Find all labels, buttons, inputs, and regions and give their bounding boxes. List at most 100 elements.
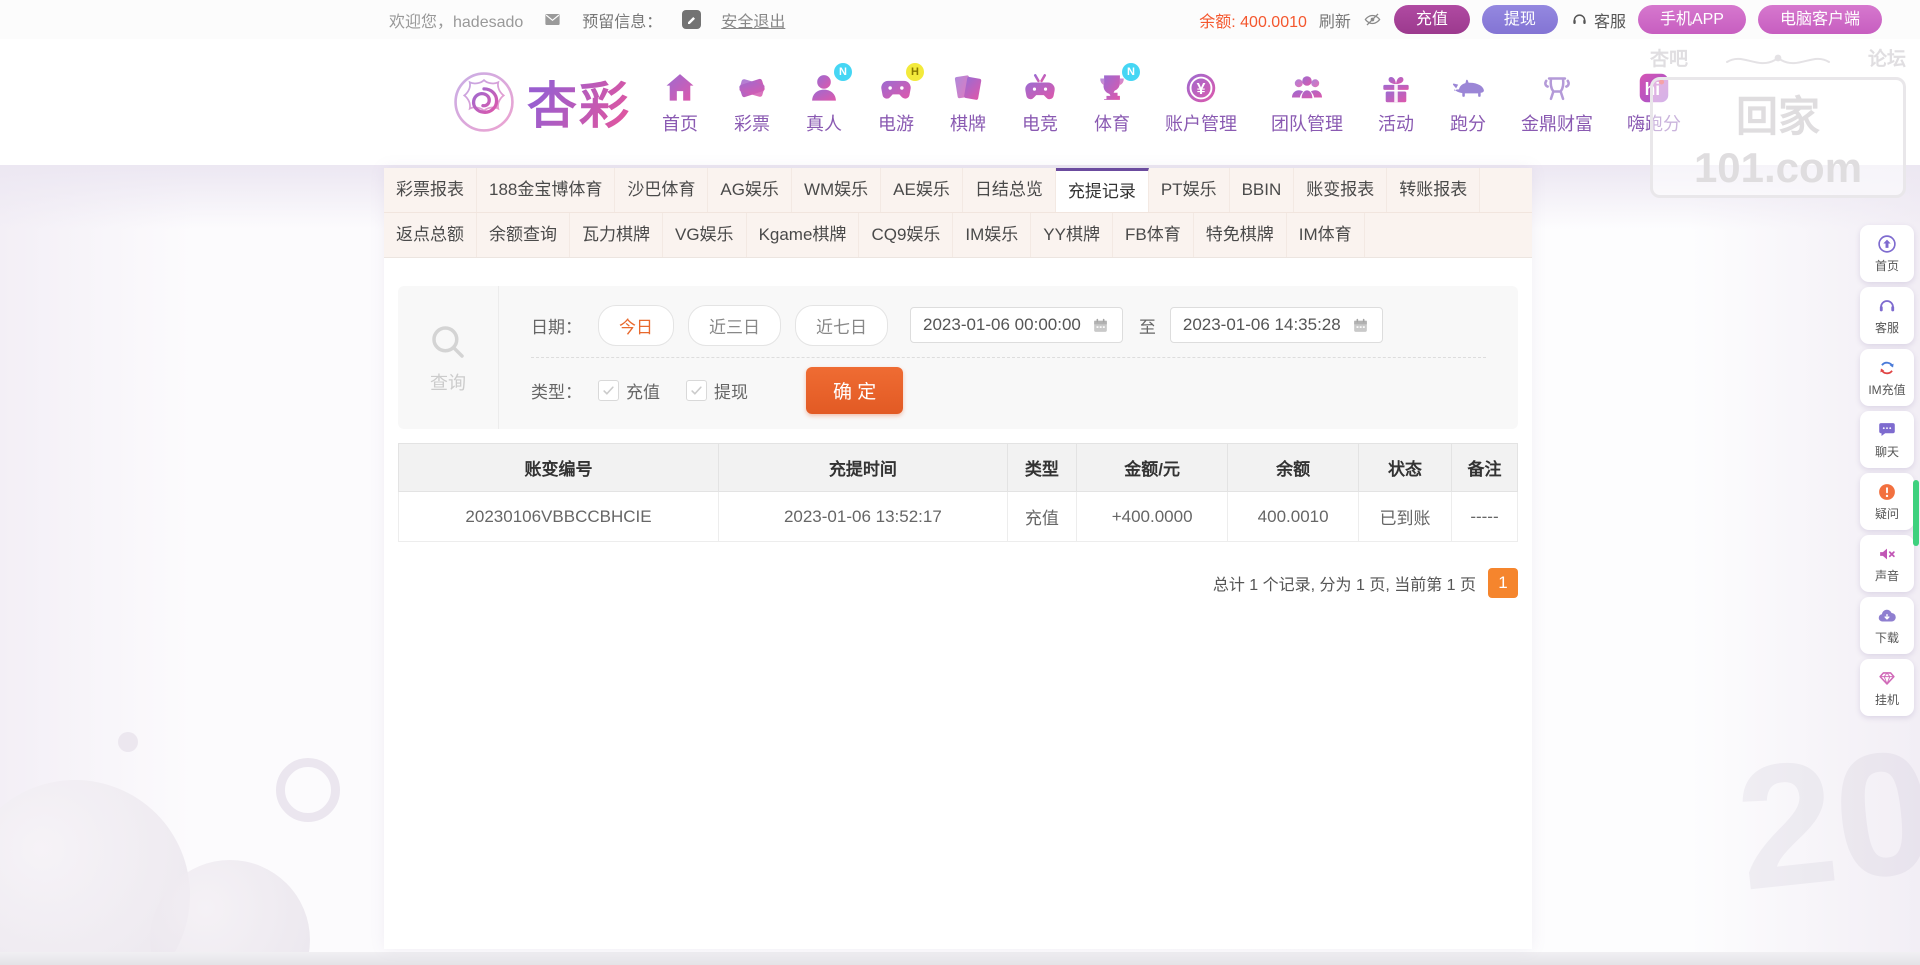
- tab-item[interactable]: Kgame棋牌: [747, 213, 860, 257]
- nav-item-chess[interactable]: 棋牌: [949, 69, 987, 136]
- ding-vessel-icon: [1538, 69, 1576, 107]
- checkbox-icon: [598, 380, 619, 401]
- search-side-label: 查询: [398, 286, 499, 429]
- tab-item[interactable]: YY棋牌: [1031, 213, 1113, 257]
- team-people-icon: [1288, 69, 1326, 107]
- quick-7days-button[interactable]: 近七日: [795, 305, 888, 346]
- nav-item-egame[interactable]: H 电游: [877, 69, 915, 136]
- tab-item[interactable]: CQ9娱乐: [859, 213, 953, 257]
- main-nav-list: 首页 彩票 N 真人: [661, 69, 1681, 136]
- tab-item[interactable]: AG娱乐: [708, 168, 792, 212]
- tab-item[interactable]: 账变报表: [1294, 168, 1387, 212]
- nav-item-paofen[interactable]: 跑分: [1449, 69, 1487, 136]
- tab-item[interactable]: 转账报表: [1387, 168, 1480, 212]
- sidebar-item-home[interactable]: 首页: [1860, 225, 1914, 282]
- tab-item[interactable]: AE娱乐: [881, 168, 963, 212]
- deposit-checkbox[interactable]: 充值: [598, 378, 660, 403]
- calendar-icon: [1351, 316, 1370, 335]
- tab-item[interactable]: IM体育: [1287, 213, 1365, 257]
- sidebar-item-hangup[interactable]: 挂机: [1860, 659, 1914, 716]
- sidebar-item-download[interactable]: 下载: [1860, 597, 1914, 654]
- svg-text:hi: hi: [1645, 79, 1660, 99]
- nav-item-live[interactable]: N 真人: [805, 69, 843, 136]
- cell-status: 已到账: [1359, 492, 1452, 542]
- date-to-input[interactable]: 2023-01-06 14:35:28: [1170, 307, 1383, 343]
- cloud-download-icon: [1876, 605, 1898, 627]
- type-label: 类型：: [531, 378, 582, 403]
- tab-item[interactable]: IM娱乐: [953, 213, 1031, 257]
- tab-item[interactable]: 余额查询: [477, 213, 570, 257]
- tab-item[interactable]: WM娱乐: [792, 168, 881, 212]
- balance-label: 余额:: [1199, 14, 1235, 31]
- tab-item[interactable]: 日结总览: [963, 168, 1056, 212]
- cell-amount: +400.0000: [1077, 492, 1228, 542]
- nav-item-lottery[interactable]: 彩票: [733, 69, 771, 136]
- withdraw-checkbox[interactable]: 提现: [686, 378, 748, 403]
- refresh-link[interactable]: 刷新: [1319, 8, 1351, 32]
- nav-item-hi-paofen[interactable]: hi 嗨跑分: [1627, 69, 1681, 136]
- hot-badge: H: [906, 63, 924, 81]
- report-tabs-row1: 彩票报表 188金宝博体育 沙巴体育 AG娱乐 WM娱乐 AE娱乐 日结总览 充…: [384, 168, 1532, 212]
- tab-item-active[interactable]: 充提记录: [1056, 168, 1149, 212]
- hi-app-icon: hi: [1635, 69, 1673, 107]
- quick-3days-button[interactable]: 近三日: [688, 305, 781, 346]
- nav-item-esports[interactable]: 电竞: [1021, 69, 1059, 136]
- new-badge: N: [1122, 63, 1140, 81]
- envelope-icon[interactable]: [543, 10, 562, 29]
- nav-item-account[interactable]: ¥ 账户管理: [1165, 69, 1237, 136]
- table-header-row: 账变编号 充提时间 类型 金额/元 余额 状态 备注: [399, 444, 1518, 492]
- home-icon: [661, 69, 699, 107]
- sidebar-item-question[interactable]: 疑问: [1860, 473, 1914, 530]
- background-balloon: [150, 860, 310, 965]
- eye-off-icon[interactable]: [1363, 10, 1382, 29]
- sidebar-item-sound[interactable]: 声音: [1860, 535, 1914, 592]
- tab-item[interactable]: 特免棋牌: [1194, 213, 1287, 257]
- calendar-icon: [1091, 316, 1110, 335]
- scrollbar-thumb[interactable]: [1913, 480, 1919, 546]
- tab-item[interactable]: 沙巴体育: [615, 168, 708, 212]
- brand-logo[interactable]: 杏彩: [449, 66, 631, 138]
- date-filter-row: 日期： 今日 近三日 近七日 2023-01-06 00:00:00 至: [531, 299, 1486, 351]
- nav-item-team[interactable]: 团队管理: [1271, 69, 1343, 136]
- customer-service-link[interactable]: 客服: [1570, 8, 1626, 32]
- tab-item[interactable]: BBIN: [1230, 168, 1295, 212]
- search-label: 查询: [430, 369, 466, 395]
- nav-item-activity[interactable]: 活动: [1377, 69, 1415, 136]
- background-ring: [276, 758, 340, 822]
- edit-pencil-icon[interactable]: [682, 10, 701, 29]
- welcome-text: 欢迎您，hadesado: [389, 8, 523, 32]
- mobile-app-button[interactable]: 手机APP: [1638, 5, 1746, 34]
- tab-item[interactable]: PT娱乐: [1149, 168, 1230, 212]
- pc-client-button[interactable]: 电脑客户端: [1758, 5, 1882, 34]
- page-1-button[interactable]: 1: [1488, 568, 1518, 598]
- tab-item[interactable]: 瓦力棋牌: [570, 213, 663, 257]
- nav-item-home[interactable]: 首页: [661, 69, 699, 136]
- tab-item[interactable]: 彩票报表: [384, 168, 477, 212]
- confirm-button[interactable]: 确 定: [806, 367, 903, 414]
- tab-item[interactable]: 返点总额: [384, 213, 477, 257]
- tab-item[interactable]: 188金宝博体育: [477, 168, 615, 212]
- coin-yen-icon: ¥: [1182, 69, 1220, 107]
- deposit-button[interactable]: 充值: [1394, 5, 1470, 34]
- withdraw-button[interactable]: 提现: [1482, 5, 1558, 34]
- nav-item-sports[interactable]: N 体育: [1093, 69, 1131, 136]
- report-tabs-row2: 返点总额 余额查询 瓦力棋牌 VG娱乐 Kgame棋牌 CQ9娱乐 IM娱乐 Y…: [384, 212, 1532, 258]
- new-badge: N: [834, 63, 852, 81]
- sidebar-item-service[interactable]: 客服: [1860, 287, 1914, 344]
- gem-icon: [1876, 667, 1898, 689]
- logout-link[interactable]: 安全退出: [721, 8, 785, 32]
- to-label: 至: [1139, 313, 1156, 338]
- table-row: 20230106VBBCCBHCIE 2023-01-06 13:52:17 充…: [399, 492, 1518, 542]
- service-label: 客服: [1594, 8, 1626, 32]
- quick-today-button[interactable]: 今日: [598, 305, 674, 346]
- headset-icon: [1570, 10, 1589, 29]
- sidebar-item-im-recharge[interactable]: IM充值: [1860, 349, 1914, 406]
- quick-sidebar: 首页 客服 IM充值 聊天: [1860, 225, 1914, 716]
- sidebar-item-chat[interactable]: 聊天: [1860, 411, 1914, 468]
- content-panel: 彩票报表 188金宝博体育 沙巴体育 AG娱乐 WM娱乐 AE娱乐 日结总览 充…: [384, 168, 1532, 949]
- nav-item-jinding[interactable]: 金鼎财富: [1521, 69, 1593, 136]
- tab-item[interactable]: VG娱乐: [663, 213, 747, 257]
- tab-item[interactable]: FB体育: [1113, 213, 1194, 257]
- col-header-change-id: 账变编号: [399, 444, 719, 492]
- date-from-input[interactable]: 2023-01-06 00:00:00: [910, 307, 1123, 343]
